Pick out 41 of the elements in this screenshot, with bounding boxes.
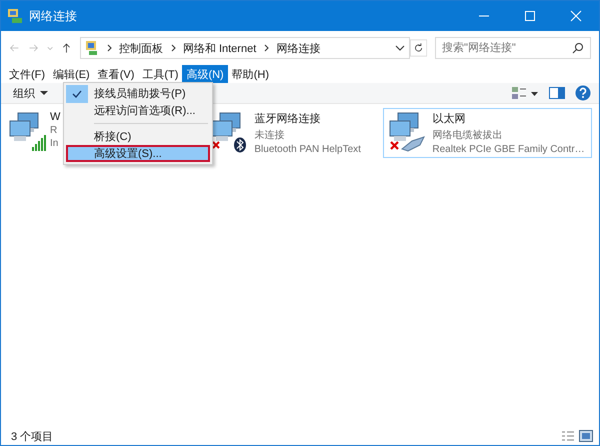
menu-item[interactable]: 查看(V) xyxy=(94,65,138,83)
connection-status: 未连接 xyxy=(254,128,286,142)
menu-item[interactable]: 文件(F) xyxy=(5,65,50,83)
connection-tile[interactable]: 以太网 网络电缆被拔出 Realtek PCIe GBE Family Contr… xyxy=(383,108,592,158)
device-name: Bluetooth PAN HelpText xyxy=(254,144,361,155)
window-title: 网络连接 xyxy=(29,8,77,24)
connection-name: 以太网 xyxy=(432,112,466,126)
device-name: In xyxy=(50,138,60,149)
item-count: 3 个项目 xyxy=(11,430,54,444)
breadcrumb[interactable]: 控制面板 xyxy=(118,40,163,56)
network-icon xyxy=(7,8,23,24)
connection-status: 网络电缆被拔出 xyxy=(432,128,504,142)
help-icon[interactable] xyxy=(575,85,591,101)
breadcrumb[interactable]: 网络连接 xyxy=(276,40,320,56)
search-icon xyxy=(572,42,584,54)
connection-name: W xyxy=(50,111,60,123)
view-options-icon[interactable] xyxy=(511,85,539,101)
search-field[interactable]: 搜索"网络连接" xyxy=(435,37,591,59)
menu-option[interactable]: 高级设置(S)... xyxy=(66,145,210,162)
up-icon[interactable] xyxy=(61,41,72,55)
menu-option[interactable]: 接线员辅助拨号(P) xyxy=(66,85,210,102)
refresh-button[interactable] xyxy=(410,37,427,59)
large-icons-view-icon[interactable] xyxy=(579,430,593,442)
checkmark-icon xyxy=(66,84,88,102)
preview-pane-icon[interactable] xyxy=(549,86,565,100)
caret-icon xyxy=(40,90,48,96)
breadcrumb[interactable]: 网络和 Internet xyxy=(182,40,256,56)
details-view-icon[interactable] xyxy=(561,430,575,442)
menu-option[interactable]: 桥接(C) xyxy=(66,128,210,145)
menu-item[interactable]: 工具(T) xyxy=(138,65,182,83)
menu-option[interactable]: 远程访问首选项(R)... xyxy=(66,102,210,119)
connection-name: 蓝牙网络连接 xyxy=(254,112,322,126)
dropdown-icon[interactable] xyxy=(394,43,405,53)
menu-item[interactable]: 编辑(E) xyxy=(49,65,94,83)
menu-item[interactable]: 高级(N) xyxy=(182,65,228,83)
organize-button[interactable]: 组织 xyxy=(13,86,48,100)
network-computer-icon xyxy=(8,111,48,153)
device-name: Realtek PCIe GBE Family Contr… xyxy=(432,144,585,155)
address-bar[interactable]: 控制面板 网络和 Internet 网络连接 xyxy=(80,37,410,59)
connection-status: R xyxy=(50,125,58,136)
menu-item[interactable]: 帮助(H) xyxy=(228,65,273,83)
